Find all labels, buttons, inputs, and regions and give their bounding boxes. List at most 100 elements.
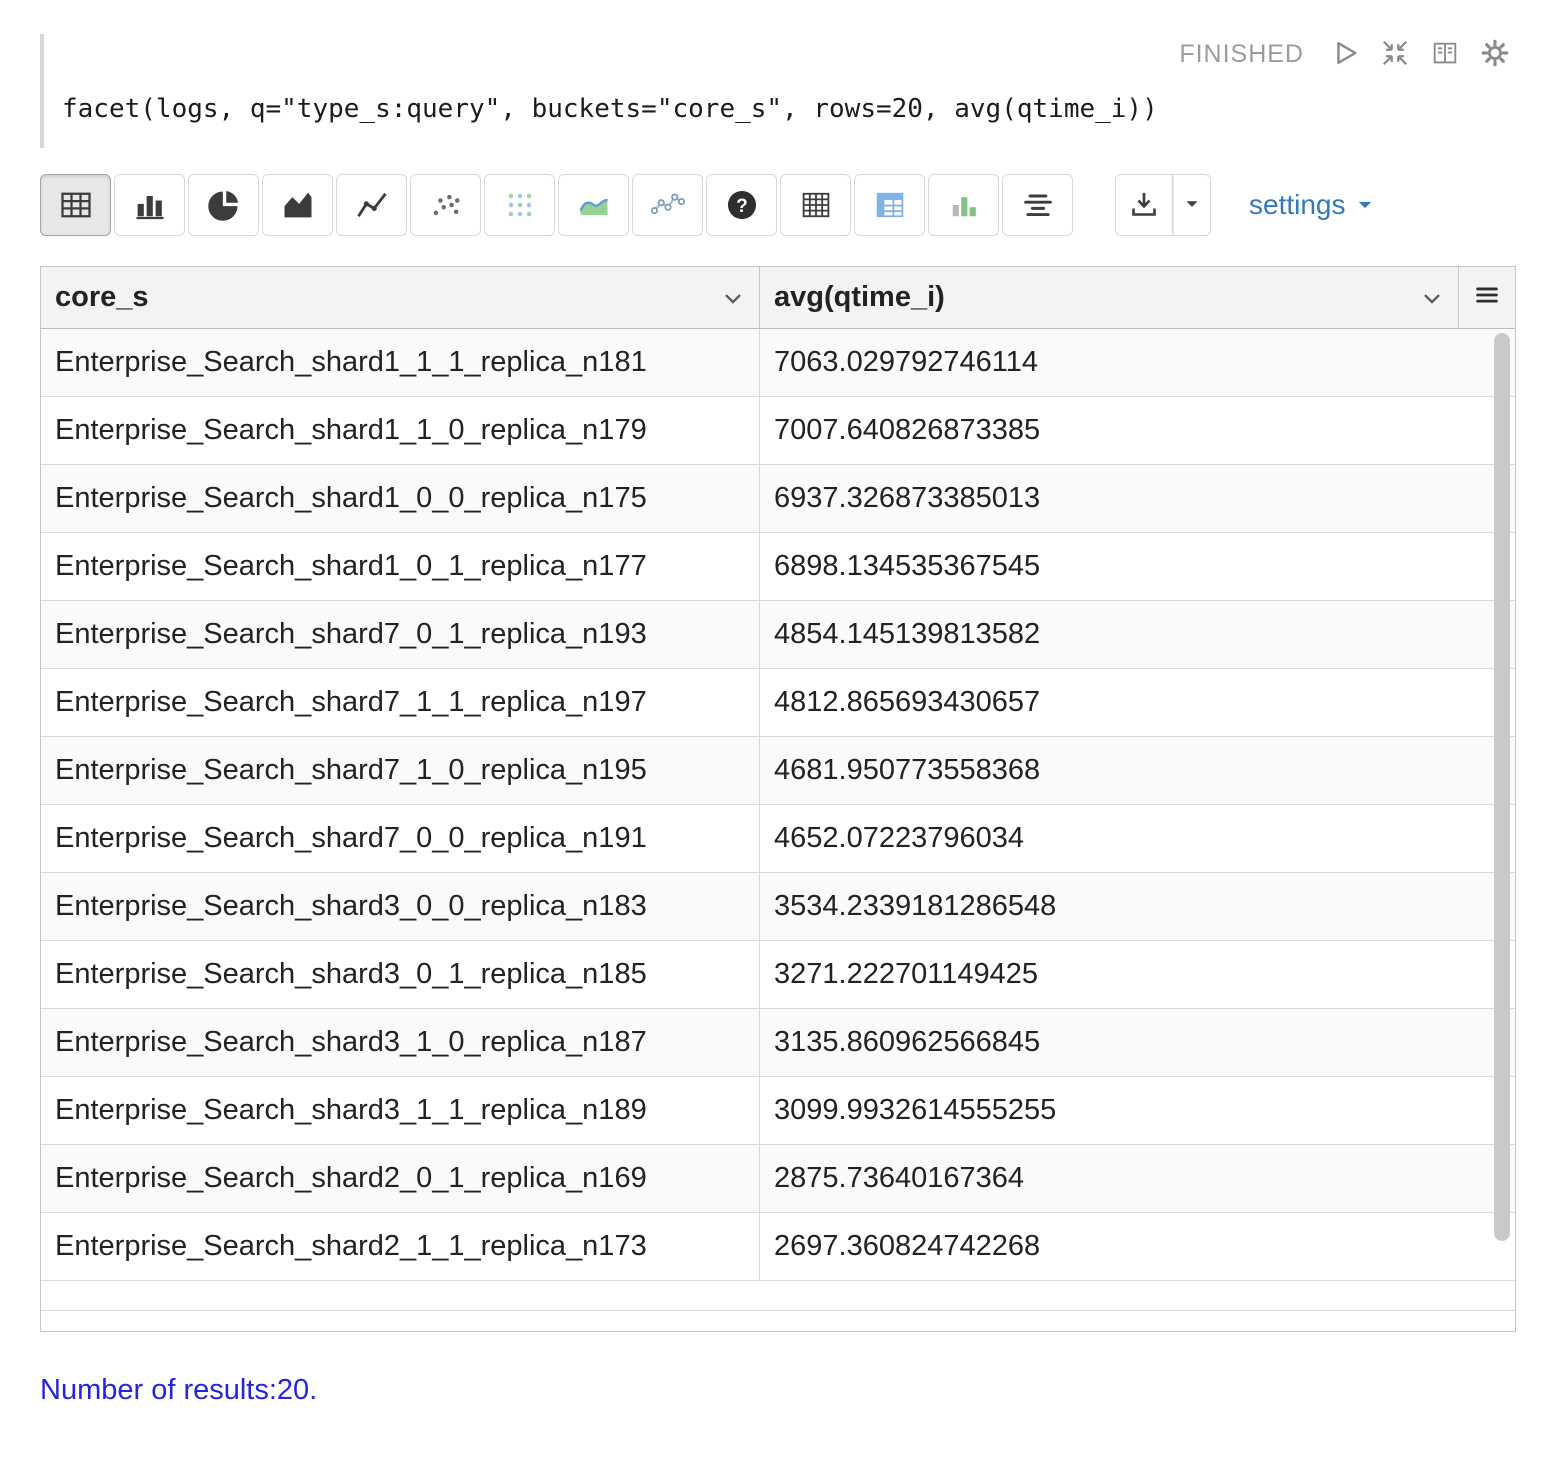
pie-chart-icon [206, 187, 242, 223]
caret-down-icon [1183, 195, 1201, 216]
table-row: Enterprise_Search_shard3_1_0_replica_n18… [41, 1009, 1515, 1077]
column-label: avg(qtime_i) [774, 281, 945, 314]
pivot-grid-icon [872, 187, 908, 223]
compress-icon [1380, 38, 1410, 71]
table-header: core_s avg(qtime_i) [41, 267, 1515, 329]
area-chart-chart-button[interactable] [262, 174, 333, 236]
result-table: core_s avg(qtime_i) Enterprise_Search_sh… [40, 266, 1516, 1332]
table-menu-button[interactable] [1459, 267, 1515, 328]
play-icon [1330, 38, 1360, 71]
stream-area-icon [576, 187, 612, 223]
paragraph-settings-button[interactable] [1480, 38, 1510, 71]
avg-qtime-cell: 4812.865693430657 [760, 669, 1515, 736]
pivot-grid-chart-button[interactable] [854, 174, 925, 236]
core-s-cell: Enterprise_Search_shard7_1_0_replica_n19… [41, 737, 760, 804]
settings-toggle[interactable]: settings [1249, 189, 1375, 221]
avg-qtime-cell: 4681.950773558368 [760, 737, 1515, 804]
table-row: Enterprise_Search_shard1_0_1_replica_n17… [41, 533, 1515, 601]
table-row: Enterprise_Search_shard1_1_0_replica_n17… [41, 397, 1515, 465]
download-button[interactable] [1115, 174, 1173, 236]
scatter-chart-chart-button[interactable] [410, 174, 481, 236]
vertical-scrollbar[interactable] [1492, 331, 1512, 1307]
run-button[interactable] [1330, 38, 1360, 71]
grid-table-chart-button[interactable] [780, 174, 851, 236]
avg-qtime-cell: 3271.222701149425 [760, 941, 1515, 1008]
table-row: Enterprise_Search_shard2_0_1_replica_n16… [41, 1145, 1515, 1213]
scatter-chart-icon [428, 187, 464, 223]
bubble-grid-icon [502, 187, 538, 223]
help-chart-button[interactable]: ? [706, 174, 777, 236]
column-header-avg-qtime[interactable]: avg(qtime_i) [760, 267, 1459, 328]
core-s-cell: Enterprise_Search_shard1_1_1_replica_n18… [41, 329, 760, 396]
notebook-paragraph: FINISHED facet(logs, q="type_s:query", b… [40, 0, 1516, 1423]
download-icon [1128, 188, 1160, 223]
bar-chart-icon [132, 187, 168, 223]
bubble-grid-chart-button[interactable] [484, 174, 555, 236]
avg-qtime-cell: 2875.73640167364 [760, 1145, 1515, 1212]
download-options-button[interactable] [1173, 174, 1211, 236]
display-toolbar: ? settings [40, 174, 1516, 236]
gear-icon [1480, 38, 1510, 71]
output-toggle-button[interactable] [1430, 38, 1460, 71]
pie-chart-chart-button[interactable] [188, 174, 259, 236]
help-icon: ? [724, 187, 760, 223]
avg-qtime-cell: 4854.145139813582 [760, 601, 1515, 668]
table-row: Enterprise_Search_shard7_0_1_replica_n19… [41, 601, 1515, 669]
paragraph-controls: FINISHED [62, 34, 1516, 74]
caret-down-icon [1355, 195, 1375, 215]
stream-area-chart-button[interactable] [558, 174, 629, 236]
mini-bars-chart-button[interactable] [928, 174, 999, 236]
partial-row [41, 1281, 1515, 1311]
core-s-cell: Enterprise_Search_shard7_0_0_replica_n19… [41, 805, 760, 872]
table-row: Enterprise_Search_shard7_1_0_replica_n19… [41, 737, 1515, 805]
status-badge: FINISHED [1179, 40, 1304, 69]
avg-qtime-cell: 2697.360824742268 [760, 1213, 1515, 1280]
align-bars-chart-button[interactable] [1002, 174, 1073, 236]
avg-qtime-cell: 7063.029792746114 [760, 329, 1515, 396]
core-s-cell: Enterprise_Search_shard2_1_1_replica_n17… [41, 1213, 760, 1280]
line-chart-chart-button[interactable] [336, 174, 407, 236]
code-editor[interactable]: facet(logs, q="type_s:query", buckets="c… [62, 90, 1516, 148]
chevron-down-icon[interactable] [719, 284, 747, 312]
chevron-down-icon[interactable] [1418, 284, 1446, 312]
avg-qtime-cell: 3099.9932614555255 [760, 1077, 1515, 1144]
align-bars-icon [1020, 187, 1056, 223]
core-s-cell: Enterprise_Search_shard1_0_1_replica_n17… [41, 533, 760, 600]
table-chart-button[interactable] [40, 174, 111, 236]
svg-text:?: ? [736, 196, 748, 217]
column-label: core_s [55, 281, 149, 314]
table-body: Enterprise_Search_shard1_1_1_replica_n18… [41, 329, 1515, 1281]
table-row: Enterprise_Search_shard1_1_1_replica_n18… [41, 329, 1515, 397]
code-text: facet(logs, q="type_s:query", buckets="c… [62, 94, 1158, 124]
scrollbar-thumb[interactable] [1494, 333, 1510, 1241]
column-header-core-s[interactable]: core_s [41, 267, 760, 328]
core-s-cell: Enterprise_Search_shard3_0_1_replica_n18… [41, 941, 760, 1008]
grid-table-icon [798, 187, 834, 223]
table-row: Enterprise_Search_shard7_1_1_replica_n19… [41, 669, 1515, 737]
avg-qtime-cell: 3135.860962566845 [760, 1009, 1515, 1076]
bar-chart-chart-button[interactable] [114, 174, 185, 236]
avg-qtime-cell: 3534.2339181286548 [760, 873, 1515, 940]
table-row: Enterprise_Search_shard3_1_1_replica_n18… [41, 1077, 1515, 1145]
core-s-cell: Enterprise_Search_shard3_1_1_replica_n18… [41, 1077, 760, 1144]
table-row: Enterprise_Search_shard3_0_1_replica_n18… [41, 941, 1515, 1009]
horizontal-scrollbar[interactable] [41, 1311, 1515, 1331]
table-row: Enterprise_Search_shard7_0_0_replica_n19… [41, 805, 1515, 873]
line-chart-icon [354, 187, 390, 223]
core-s-cell: Enterprise_Search_shard1_1_0_replica_n17… [41, 397, 760, 464]
table-icon [58, 187, 94, 223]
avg-qtime-cell: 4652.07223796034 [760, 805, 1515, 872]
code-editor-section: FINISHED facet(logs, q="type_s:query", b… [40, 34, 1516, 148]
results-count: Number of results:20. [40, 1374, 1516, 1423]
settings-label: settings [1249, 189, 1346, 221]
collapse-button[interactable] [1380, 38, 1410, 71]
core-s-cell: Enterprise_Search_shard3_1_0_replica_n18… [41, 1009, 760, 1076]
avg-qtime-cell: 6898.134535367545 [760, 533, 1515, 600]
table-row: Enterprise_Search_shard3_0_0_replica_n18… [41, 873, 1515, 941]
chart-type-toolbar: ? [40, 174, 1073, 236]
hamburger-icon [1472, 280, 1502, 315]
download-button-group [1115, 174, 1211, 236]
sparkline-chart-button[interactable] [632, 174, 703, 236]
avg-qtime-cell: 6937.326873385013 [760, 465, 1515, 532]
core-s-cell: Enterprise_Search_shard2_0_1_replica_n16… [41, 1145, 760, 1212]
